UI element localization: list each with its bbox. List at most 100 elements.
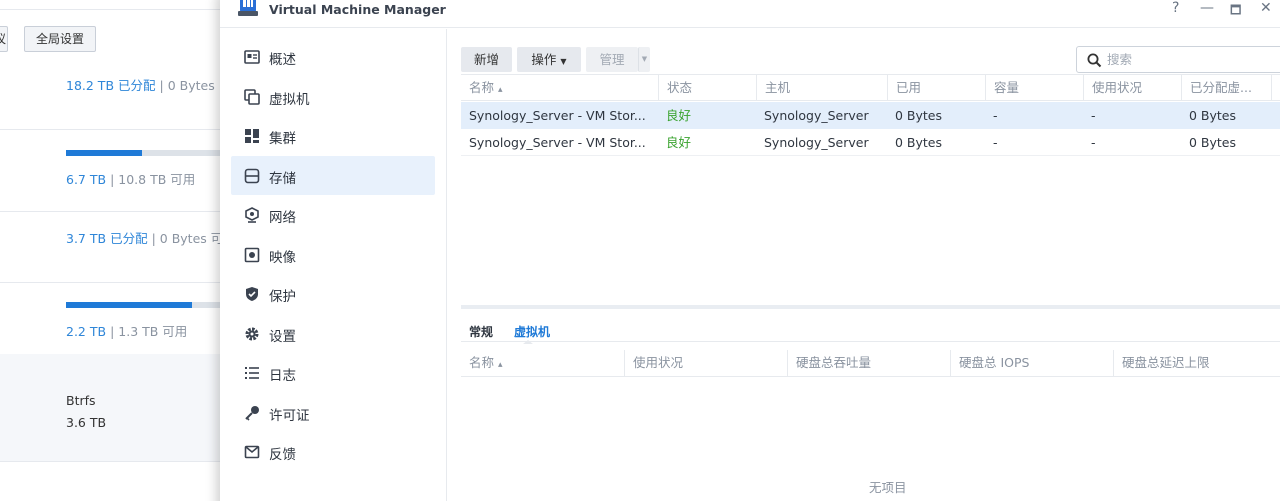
stat-rest: 0 Bytes	[167, 78, 215, 93]
table-row[interactable]: Synology_Server - VM Stor... 良好 Synology…	[461, 102, 1280, 129]
column-header-disk-throughput[interactable]: 硬盘总吞吐量	[787, 350, 950, 376]
sidebar-item-overview[interactable]: 概述	[231, 37, 435, 76]
global-settings-button[interactable]: 全局设置	[24, 26, 97, 52]
column-header-vm-name[interactable]: 名称 ▴	[461, 350, 624, 376]
stat-separator: |	[159, 78, 164, 93]
caret-down-icon: ▼	[560, 57, 567, 66]
sidebar-item-label: 保护	[269, 289, 296, 305]
sidebar-item-virtual-machine[interactable]: 虚拟机	[231, 77, 435, 116]
search-icon	[1087, 53, 1102, 68]
background-partial-button[interactable]: 议	[0, 26, 8, 52]
virtual-machine-icon	[244, 89, 260, 105]
stat-rest: 10.8 TB 可用	[118, 172, 196, 187]
sidebar-item-protection[interactable]: 保护	[231, 274, 435, 313]
storage-main-panel: 新增 操作 ▼ 管理 ▼ 名称 ▴ 状态 主机 已用 容量 使用状况 已分配虚.…	[461, 29, 1280, 501]
stat-separator: |	[110, 324, 115, 339]
column-header-host[interactable]: 主机	[756, 75, 887, 101]
license-icon	[245, 406, 259, 421]
background-volume-stat: 2.2 TB | 1.3 TB 可用	[66, 321, 187, 340]
sidebar-item-log[interactable]: 日志	[231, 353, 435, 392]
column-header-vm-usage[interactable]: 使用状况	[624, 350, 787, 376]
cell-usage: -	[1091, 135, 1096, 150]
minimize-icon[interactable]: —	[1200, 0, 1214, 16]
sidebar-item-feedback[interactable]: 反馈	[231, 432, 435, 471]
sort-asc-icon: ▴	[498, 85, 503, 95]
action-dropdown-button[interactable]: 操作 ▼	[517, 47, 581, 72]
cell-allocated: 0 Bytes	[1189, 135, 1237, 150]
column-header-disk-latency[interactable]: 硬盘总延迟上限	[1113, 350, 1265, 376]
cell-host: Synology_Server	[764, 108, 869, 123]
sidebar-item-license[interactable]: 许可证	[231, 393, 435, 432]
stat-value: 18.2 TB	[66, 78, 115, 93]
usage-bar-fill	[66, 150, 142, 156]
action-button-label: 操作	[531, 52, 557, 67]
column-header-name[interactable]: 名称 ▴	[461, 75, 658, 101]
sidebar-item-image[interactable]: 映像	[231, 235, 435, 274]
sidebar-item-label: 网络	[269, 210, 296, 226]
search-input[interactable]	[1107, 50, 1277, 69]
column-header-status[interactable]: 状态	[658, 75, 756, 101]
sidebar-item-settings[interactable]: 设置	[231, 314, 435, 353]
background-volume-stat: 6.7 TB | 10.8 TB 可用	[66, 169, 195, 188]
column-menu-icon[interactable]: ⋮	[1271, 75, 1280, 101]
manage-button[interactable]: 管理	[586, 47, 638, 72]
vm-table-header: 名称 ▴ 使用状况 硬盘总吞吐量 硬盘总 IOPS 硬盘总延迟上限	[461, 341, 1280, 377]
detail-panel-divider[interactable]	[461, 305, 1280, 309]
cell-used: 0 Bytes	[895, 108, 943, 123]
background-volume-stat: 3.7 TB 已分配 | 0 Bytes 可	[66, 228, 223, 247]
stat-rest: 0 Bytes 可	[159, 231, 224, 246]
usage-bar-fill	[66, 302, 192, 308]
stat-suffix: 已分配	[118, 78, 156, 93]
column-header-disk-iops[interactable]: 硬盘总 IOPS	[950, 350, 1113, 376]
settings-icon	[245, 327, 259, 341]
cell-usage: -	[1091, 108, 1096, 123]
column-header-usage[interactable]: 使用状况	[1083, 75, 1181, 101]
sidebar-item-label: 虚拟机	[269, 92, 310, 108]
cell-host: Synology_Server	[764, 135, 869, 150]
vmm-window: Virtual Machine Manager ? — 🗖 ✕ 概述 虚拟机 集…	[220, 0, 1280, 501]
column-label: 名称	[469, 355, 495, 370]
close-icon[interactable]: ✕	[1260, 0, 1272, 16]
tab-general[interactable]: 常规	[469, 323, 493, 340]
sidebar-item-label: 概述	[269, 52, 296, 68]
background-volume-stat: 18.2 TB 已分配 | 0 Bytes	[66, 75, 215, 94]
help-icon[interactable]: ?	[1172, 0, 1179, 16]
sidebar-item-label: 许可证	[269, 408, 310, 424]
table-row[interactable]: Synology_Server - VM Stor... 良好 Synology…	[461, 129, 1280, 156]
window-title: Virtual Machine Manager	[269, 2, 446, 17]
sidebar-item-network[interactable]: 网络	[231, 195, 435, 234]
stat-rest: 1.3 TB 可用	[118, 324, 188, 339]
manage-caret-icon[interactable]: ▼	[638, 47, 650, 72]
sidebar-item-storage[interactable]: 存储	[231, 156, 435, 195]
tab-virtual-machine[interactable]: 虚拟机	[514, 323, 550, 340]
sidebar-item-label: 映像	[269, 250, 296, 266]
image-icon	[244, 247, 260, 263]
title-bar[interactable]: Virtual Machine Manager ? — 🗖 ✕	[220, 0, 1280, 28]
cell-capacity: -	[993, 108, 998, 123]
sidebar-item-label: 集群	[269, 131, 296, 147]
column-header-capacity[interactable]: 容量	[985, 75, 1083, 101]
create-button[interactable]: 新增	[461, 47, 512, 72]
stat-suffix: 已分配	[110, 231, 148, 246]
sort-asc-icon: ▴	[498, 360, 503, 370]
sidebar-item-label: 反馈	[269, 447, 296, 463]
sidebar-item-label: 存储	[269, 171, 296, 187]
filesystem-type: Btrfs	[66, 393, 96, 408]
column-header-allocated[interactable]: 已分配虚...	[1181, 75, 1271, 101]
maximize-icon[interactable]: 🗖	[1230, 1, 1241, 22]
sidebar: 概述 虚拟机 集群 存储 网络 映像 保护 设置 日志 许可证 反馈	[220, 29, 447, 501]
stat-separator: |	[110, 172, 115, 187]
cluster-icon	[245, 129, 259, 143]
sidebar-item-label: 日志	[269, 368, 296, 384]
overview-icon	[244, 50, 260, 64]
protection-icon	[246, 287, 258, 301]
sidebar-item-cluster[interactable]: 集群	[231, 116, 435, 155]
column-header-used[interactable]: 已用	[887, 75, 985, 101]
empty-state-text: 无项目	[869, 480, 907, 495]
cell-name: Synology_Server - VM Stor...	[469, 135, 646, 150]
cell-used: 0 Bytes	[895, 135, 943, 150]
network-icon	[245, 207, 259, 223]
search-box[interactable]	[1076, 46, 1280, 73]
stat-value: 6.7 TB	[66, 172, 107, 187]
storage-icon	[244, 168, 260, 184]
